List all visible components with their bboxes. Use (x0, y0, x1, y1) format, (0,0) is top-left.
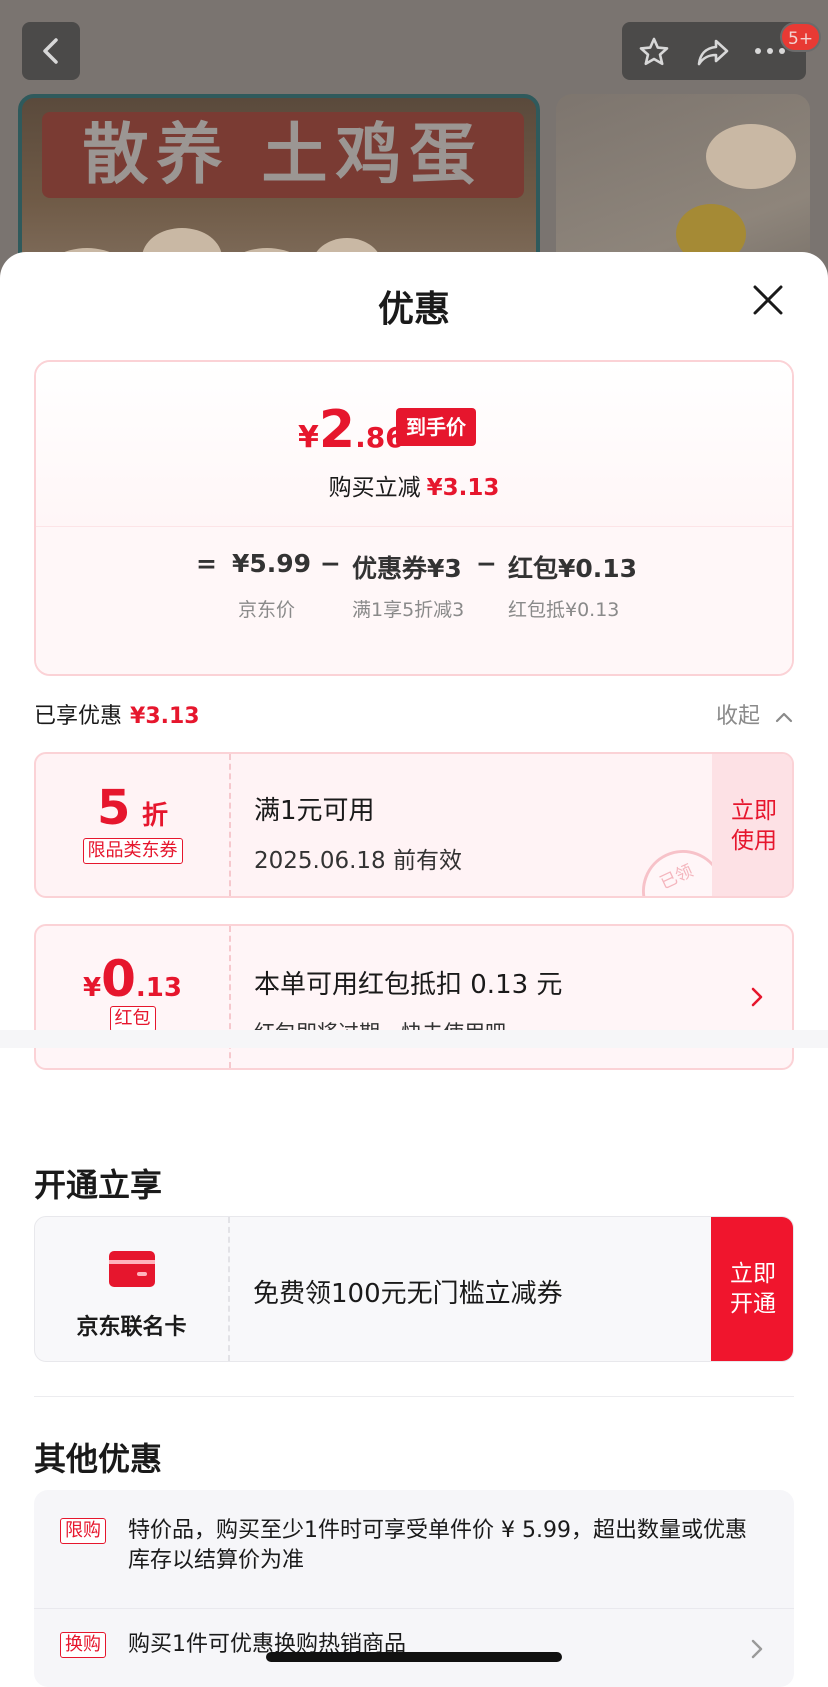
close-button[interactable] (750, 282, 786, 318)
discount-sheet: 优惠 ¥2.86 到手价 购买立减 ¥3.13 = ¥5.99 − 优惠券¥3 −… (0, 252, 828, 1687)
cobrand-card-name: 京东联名卡 (76, 1315, 187, 1340)
close-icon (753, 285, 783, 315)
promo-description: 免费领100元无门槛立减券 (253, 1279, 563, 1309)
chevron-left-icon (43, 38, 58, 64)
coupon-validity: 2025.06.18 前有效 (254, 848, 462, 874)
star-icon[interactable] (638, 36, 670, 68)
limit-text: 特价品，购买至少1件时可享受单件价 ¥ 5.99，超出数量或优惠库存以结算价为准 (128, 1518, 747, 1573)
back-button[interactable] (22, 22, 80, 80)
formula-sub-jd-price: 京东价 (238, 599, 296, 621)
cobrand-card-promo[interactable]: 京东联名卡 免费领100元无门槛立减券 立即开通 (34, 1216, 794, 1362)
coupon-title: 满1元可用 (254, 796, 375, 826)
instant-reduction: 购买立减 ¥3.13 (328, 475, 500, 501)
formula-redpacket: 红包¥0.13 (508, 554, 638, 583)
final-price: ¥2.86 (298, 400, 405, 460)
coupon-discount-unit: 折 (141, 801, 168, 831)
promo-divider (228, 1217, 230, 1361)
redpacket-tag: 红包 (109, 1006, 156, 1032)
formula-sub-coupon: 满1享5折减3 (352, 599, 465, 621)
message-count-badge: 5+ (780, 22, 822, 52)
coupon-discount-value: 5 (97, 780, 131, 836)
redpacket-value-dec: .13 (135, 973, 182, 1003)
price-formula: = ¥5.99 − 优惠券¥3 − 红包¥0.13 京东价 满1享5折减3 红包… (36, 526, 792, 674)
formula-minus-2: − (476, 549, 497, 578)
redpacket-yen: ¥ (83, 973, 102, 1003)
redpacket-title: 本单可用红包抵扣 0.13 元 (254, 970, 563, 1000)
use-now-button[interactable]: 立即使用 (712, 754, 792, 896)
share-icon[interactable] (696, 36, 730, 68)
credit-card-icon (109, 1251, 155, 1287)
redpacket-value-int: 0 (101, 950, 136, 1008)
redpacket-card[interactable]: ¥0.13 红包 本单可用红包抵扣 0.13 元 红包即将过期，快去使用吧 ~ (34, 924, 794, 1070)
sheet-title: 优惠 (377, 289, 450, 330)
open-section-title: 开通立享 (34, 1166, 163, 1204)
formula-sub-redpacket: 红包抵¥0.13 (508, 599, 620, 621)
formula-jd-price: ¥5.99 (232, 549, 312, 578)
product-banner-text: 散养 土鸡蛋 (82, 116, 484, 193)
coupon-value: 5 折 限品类东券 (36, 754, 229, 896)
more-icon[interactable] (754, 46, 786, 56)
price-summary: ¥2.86 到手价 购买立减 ¥3.13 (36, 362, 792, 526)
section-separator (0, 1030, 828, 1048)
top-action-group (622, 22, 806, 80)
coupon-card-discount[interactable]: 5 折 限品类东券 满1元可用 2025.06.18 前有效 已领 立即使用 (34, 752, 794, 898)
open-now-label: 立即开通 (730, 1261, 776, 1317)
use-now-label: 立即使用 (731, 798, 777, 854)
chevron-right-icon[interactable] (750, 1638, 764, 1660)
coupon-type-tag: 限品类东券 (82, 838, 183, 864)
limit-tag: 限购 (60, 1518, 106, 1544)
other-divider (34, 1608, 794, 1609)
open-now-button[interactable]: 立即开通 (711, 1217, 793, 1361)
enjoyed-discount: 已享优惠 ¥3.13 (34, 704, 200, 729)
product-banner: 散养 土鸡蛋 (42, 112, 524, 198)
coupon-details: 满1元可用 2025.06.18 前有效 (254, 790, 462, 875)
divider-line (34, 1396, 794, 1397)
chevron-right-icon[interactable] (750, 986, 764, 1008)
final-price-tag: 到手价 (396, 408, 476, 446)
collapse-button[interactable]: 收起 (716, 698, 793, 730)
formula-coupon: 优惠券¥3 (352, 554, 462, 583)
formula-equals: = (196, 549, 217, 578)
exchange-tag: 换购 (60, 1632, 106, 1658)
coupon-divider (229, 754, 231, 896)
other-offer-row: 限购 特价品，购买至少1件时可享受单件价 ¥ 5.99，超出数量或优惠库存以结算… (60, 1516, 780, 1586)
formula-minus-1: − (320, 549, 341, 578)
final-price-card: ¥2.86 到手价 购买立减 ¥3.13 = ¥5.99 − 优惠券¥3 − 红包… (34, 360, 794, 676)
home-indicator (266, 1652, 562, 1662)
chevron-up-icon (775, 712, 793, 723)
other-offer-row-exchange[interactable]: 换购 购买1件可优惠换购热销商品 (60, 1630, 780, 1670)
other-section-title: 其他优惠 (34, 1440, 163, 1478)
